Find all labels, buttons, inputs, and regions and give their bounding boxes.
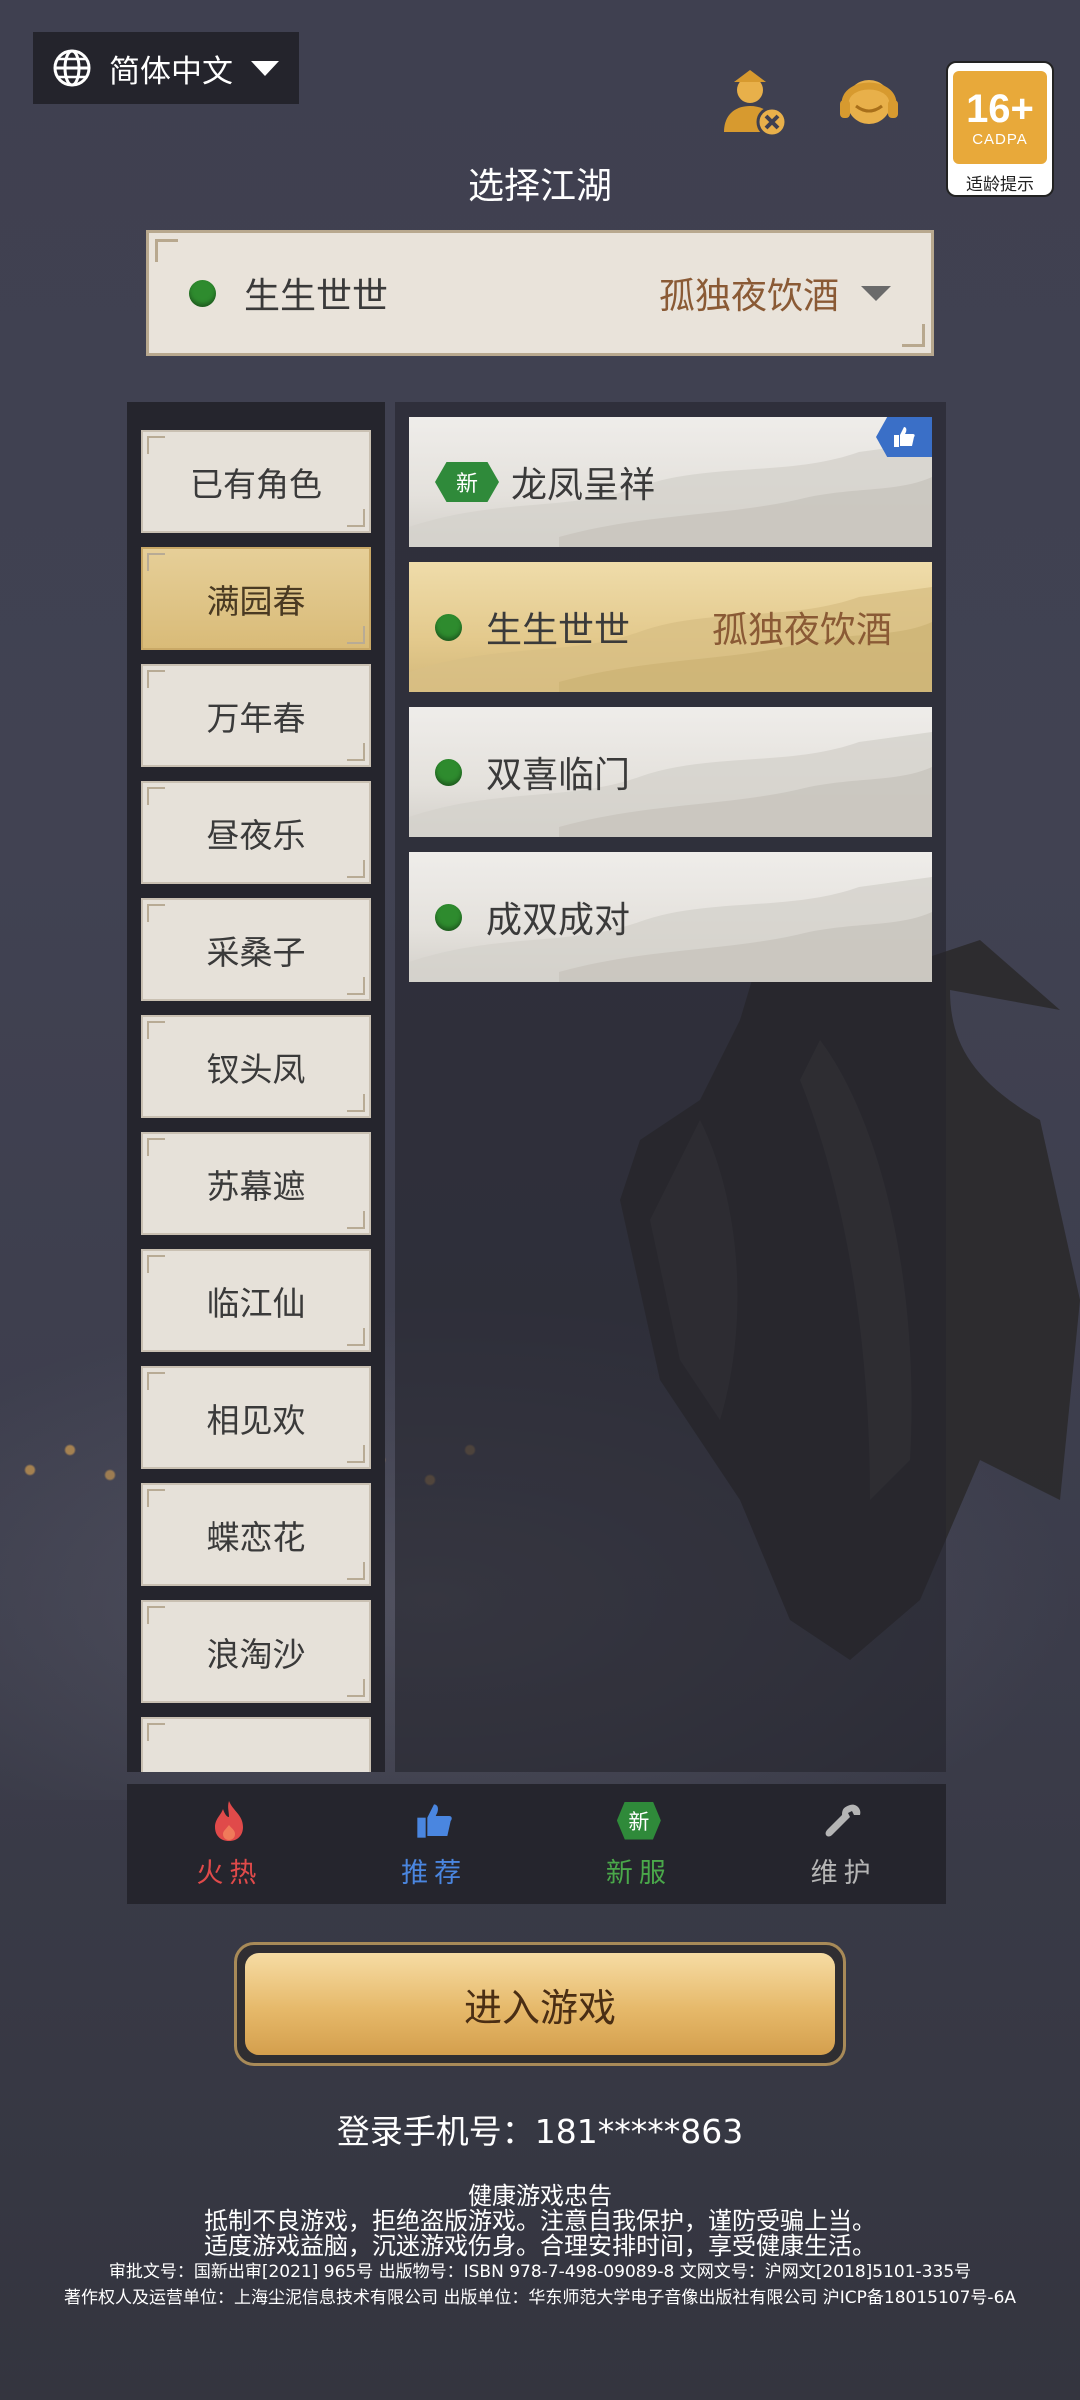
online-status-dot — [435, 613, 462, 641]
selected-server-dropdown[interactable]: 生生世世 孤独夜饮酒 — [146, 230, 934, 356]
wrench-icon — [825, 1804, 861, 1836]
category-item-active[interactable]: 满园春 — [141, 547, 371, 650]
age-rating-number: 16+ — [966, 87, 1034, 131]
health-notice-title: 健康游戏忠告 — [468, 2182, 612, 2210]
login-phone-text: 登录手机号：181*****863 — [336, 2112, 744, 2151]
flame-icon — [215, 1800, 244, 1841]
new-server-badge: 新 — [435, 462, 499, 502]
enter-game-frame: 进入游戏 — [234, 1942, 846, 2066]
copyright-info: 著作权人及运营单位：上海尘泥信息技术有限公司 出版单位：华东师范大学电子音像出版… — [63, 2288, 1017, 2308]
page-title: 选择江湖 — [467, 166, 612, 207]
category-item[interactable]: 昼夜乐 — [141, 781, 371, 884]
server-item-active[interactable]: 生生世世 孤独夜饮酒 — [409, 562, 932, 692]
health-notice-line: 抵制不良游戏，拒绝盗版游戏。注意自我保护，谨防受骗上当。 — [204, 2207, 876, 2235]
customer-service-icon[interactable] — [832, 66, 906, 140]
tab-label: 维护 — [810, 1857, 877, 1889]
enter-game-button[interactable]: 进入游戏 — [245, 1953, 835, 2055]
server-name: 生生世世 — [486, 610, 631, 651]
tab-label: 新服 — [605, 1857, 672, 1889]
language-selector[interactable]: 简体中文 — [33, 32, 299, 104]
category-item[interactable]: 万年春 — [141, 664, 371, 767]
language-label: 简体中文 — [109, 53, 233, 90]
tab-hot[interactable]: 火热 — [127, 1784, 332, 1904]
category-item-partial[interactable] — [141, 1717, 371, 1772]
server-name: 成双成对 — [486, 900, 631, 941]
online-status-dot — [435, 903, 462, 931]
server-item[interactable]: 成双成对 — [409, 852, 932, 982]
category-item[interactable]: 相见欢 — [141, 1366, 371, 1469]
server-name: 龙凤呈祥 — [511, 465, 656, 506]
tab-label: 火热 — [196, 1857, 263, 1889]
recommended-badge — [876, 417, 932, 457]
tab-label: 推荐 — [401, 1857, 468, 1889]
globe-icon — [53, 49, 91, 87]
server-name: 双喜临门 — [486, 755, 631, 796]
age-rating-box: 16+ CADPA — [953, 71, 1047, 164]
category-item[interactable]: 钗头凤 — [141, 1015, 371, 1118]
health-notice-line: 适度游戏益脑，沉迷游戏伤身。合理安排时间，享受健康生活。 — [204, 2232, 876, 2260]
online-status-dot — [189, 279, 216, 307]
server-filter-tabs: 火热 推荐 新 新服 维护 — [127, 1784, 946, 1904]
chevron-down-icon — [861, 285, 891, 301]
server-category-list[interactable]: 已有角色 满园春 万年春 昼夜乐 采桑子 钗头凤 苏幕遮 临江仙 相见欢 蝶恋花… — [127, 402, 385, 1772]
server-item[interactable]: 双喜临门 — [409, 707, 932, 837]
license-info: 审批文号：国新出审[2021] 965号 出版物号：ISBN 978-7-498… — [108, 2262, 972, 2282]
category-item[interactable]: 蝶恋花 — [141, 1483, 371, 1586]
tab-new-server[interactable]: 新 新服 — [537, 1784, 742, 1904]
category-item[interactable]: 苏幕遮 — [141, 1132, 371, 1235]
selected-server-name: 生生世世 — [244, 276, 389, 317]
chevron-down-icon — [251, 60, 279, 76]
category-item[interactable]: 浪淘沙 — [141, 1600, 371, 1703]
new-badge-icon: 新 — [616, 1801, 661, 1840]
age-rating-org: CADPA — [972, 131, 1028, 148]
server-subname: 孤独夜饮酒 — [711, 610, 892, 651]
selected-server-subname: 孤独夜饮酒 — [658, 276, 839, 317]
tab-recommended[interactable]: 推荐 — [332, 1784, 537, 1904]
thumbs-up-icon — [417, 1803, 452, 1838]
category-item[interactable]: 临江仙 — [141, 1249, 371, 1352]
server-item[interactable]: 新 龙凤呈祥 — [409, 417, 932, 547]
category-item[interactable]: 已有角色 — [141, 430, 371, 533]
account-switch-icon[interactable] — [716, 66, 790, 140]
health-notice: 健康游戏忠告 抵制不良游戏，拒绝盗版游戏。注意自我保护，谨防受骗上当。 适度游戏… — [0, 2184, 1080, 2311]
category-item[interactable]: 采桑子 — [141, 898, 371, 1001]
server-list[interactable]: 新 龙凤呈祥 生生世世 孤独夜饮酒 双喜临门 成双成对 — [395, 402, 946, 1772]
online-status-dot — [435, 758, 462, 786]
thumbs-up-icon — [894, 427, 915, 447]
tab-maintenance[interactable]: 维护 — [741, 1784, 946, 1904]
